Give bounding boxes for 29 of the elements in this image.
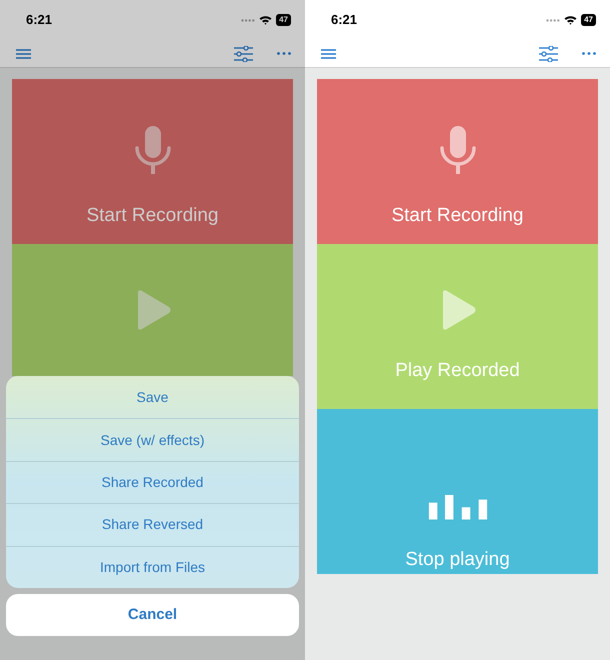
sheet-option[interactable]: Save (w/ effects) — [6, 418, 299, 461]
status-time: 6:21 — [331, 11, 358, 30]
menu-icon[interactable] — [16, 48, 31, 58]
tile-label: Start Recording — [86, 204, 218, 228]
wifi-icon — [259, 15, 272, 25]
tile-label: Stop playing — [405, 548, 510, 572]
cancel-button[interactable]: Cancel — [6, 594, 299, 636]
signal-icon — [546, 18, 560, 22]
menu-icon[interactable] — [321, 48, 336, 58]
more-icon[interactable] — [277, 52, 291, 55]
more-icon[interactable] — [582, 52, 596, 55]
status-time: 6:21 — [26, 11, 52, 30]
sheet-option[interactable]: Save — [6, 376, 299, 418]
wifi-icon — [564, 15, 578, 25]
action-tile[interactable]: Stop playing — [317, 409, 598, 574]
battery-level: 47 — [276, 14, 291, 26]
tile-label: Start Recording — [391, 204, 524, 228]
tile-label: Play Recorded — [395, 359, 520, 383]
microphone-icon — [438, 124, 478, 176]
sheet-option[interactable]: Share Recorded — [6, 460, 299, 504]
action-tile[interactable]: Start Recording — [317, 79, 598, 244]
battery-level: 47 — [581, 14, 596, 26]
action-tile[interactable]: Start Recording — [12, 79, 293, 244]
sliders-icon[interactable] — [234, 46, 253, 62]
sliders-icon[interactable] — [539, 46, 558, 62]
sheet-option[interactable]: Share Reversed — [6, 503, 299, 546]
signal-icon — [241, 18, 256, 22]
sheet-option[interactable]: Import from Files — [6, 546, 299, 588]
action-tile[interactable] — [12, 244, 293, 376]
